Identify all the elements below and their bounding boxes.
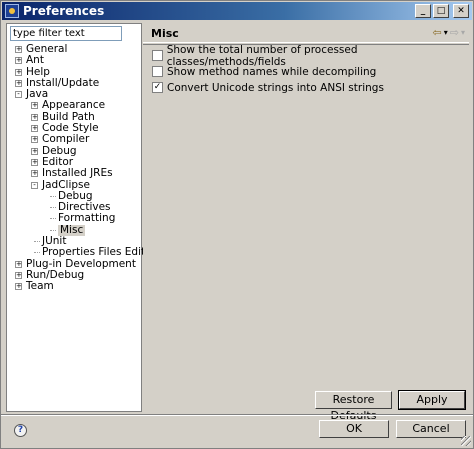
tree-item-label: Plug-in Development (26, 257, 136, 270)
filter-input[interactable]: type filter text (10, 26, 122, 41)
expand-icon[interactable]: + (15, 271, 22, 279)
tree-item-label: Ant (26, 54, 44, 67)
tree-connector (50, 229, 56, 231)
tree-item[interactable]: + Compiler (7, 134, 141, 145)
preference-tree-panel: type filter text + General + Ant + Help + Insta… (6, 23, 156, 412)
tree-item[interactable]: + Ant (7, 55, 141, 66)
preference-page: Misc ⇦ ▾ ⇨ ▾ Show the total number of pr… (143, 23, 469, 422)
tree-connector (50, 207, 56, 209)
expand-icon[interactable]: + (15, 260, 22, 268)
collapse-icon[interactable]: - (31, 181, 38, 189)
expand-icon[interactable]: + (15, 79, 22, 87)
expand-icon[interactable]: + (15, 46, 22, 53)
tree-item[interactable]: + Team (7, 281, 141, 292)
help-icon[interactable]: ? (14, 424, 27, 437)
expand-icon[interactable]: + (15, 57, 22, 65)
cancel-button[interactable]: Cancel (396, 420, 466, 438)
option-checkbox[interactable] (152, 50, 163, 61)
collapse-icon[interactable]: - (15, 91, 22, 99)
tree-item[interactable]: + Debug (7, 145, 141, 157)
maximize-button[interactable]: □ (433, 4, 449, 18)
tree-connector (50, 218, 56, 220)
page-header: Misc ⇦ ▾ ⇨ ▾ (143, 23, 469, 43)
option-show-method-names[interactable]: Show method names while decompiling (152, 65, 376, 78)
expand-icon[interactable]: + (31, 102, 38, 110)
tree-item-label: Compiler (42, 133, 90, 146)
tree-item[interactable]: Misc (7, 224, 141, 236)
footer-separator (1, 414, 473, 416)
tree-connector (34, 252, 40, 254)
apply-button[interactable]: Apply (398, 390, 466, 410)
expand-icon[interactable]: + (31, 113, 38, 121)
option-show-total[interactable]: Show the total number of processed class… (152, 44, 469, 68)
option-label: Show the total number of processed class… (166, 43, 358, 68)
expand-icon[interactable]: + (31, 170, 38, 178)
expand-icon[interactable]: + (15, 283, 22, 291)
restore-defaults-button[interactable]: Restore Defaults (315, 391, 392, 422)
ok-button[interactable]: OK (319, 420, 389, 438)
tree-item[interactable]: + Installed JREs (7, 168, 141, 179)
tree-connector (34, 241, 40, 243)
tree-item[interactable]: Properties Files Editor (7, 247, 156, 258)
option-checkbox[interactable] (152, 66, 163, 77)
option-label: Convert Unicode strings into ANSI string… (167, 81, 384, 94)
expand-icon[interactable]: + (31, 136, 38, 144)
forward-arrow-icon[interactable]: ⇨ (450, 26, 459, 39)
back-arrow-icon[interactable]: ⇦ (433, 26, 442, 39)
tree-item-label: Help (26, 65, 50, 78)
option-label: Show method names while decompiling (167, 65, 377, 78)
minimize-button[interactable]: _ (415, 4, 431, 18)
expand-icon[interactable]: + (31, 147, 38, 155)
tree-item-label: JadClipse (42, 178, 90, 191)
tree-item-label: Appearance (42, 99, 106, 112)
tree-connector (50, 195, 56, 197)
tree-item-label: Team (26, 280, 54, 293)
expand-icon[interactable]: + (31, 125, 38, 133)
option-checkbox[interactable]: ✓ (152, 82, 163, 93)
preference-tree: + General + Ant + Help + Install/Update - Java + Ap… (7, 44, 156, 293)
title-bar[interactable]: Preferences _ □ ✕ (2, 2, 472, 20)
preferences-window: Preferences _ □ ✕ type filter text + Gene… (0, 0, 474, 449)
close-button[interactable]: ✕ (453, 4, 469, 18)
expand-icon[interactable]: + (31, 158, 38, 166)
expand-icon[interactable]: + (15, 68, 22, 76)
back-menu-chevron-icon[interactable]: ▾ (444, 28, 448, 37)
tree-item-label: Properties Files Editor (42, 246, 156, 259)
tree-item-label: Formatting (58, 212, 116, 225)
resize-grip[interactable] (461, 436, 471, 446)
forward-menu-chevron-icon[interactable]: ▾ (461, 28, 465, 37)
page-title: Misc (151, 27, 179, 40)
window-title: Preferences (23, 4, 105, 18)
app-icon (5, 4, 19, 18)
tree-item-label: Installed JREs (42, 167, 113, 180)
option-convert-unicode[interactable]: ✓ Convert Unicode strings into ANSI stri… (152, 81, 384, 94)
page-navigation: ⇦ ▾ ⇨ ▾ (433, 26, 465, 39)
